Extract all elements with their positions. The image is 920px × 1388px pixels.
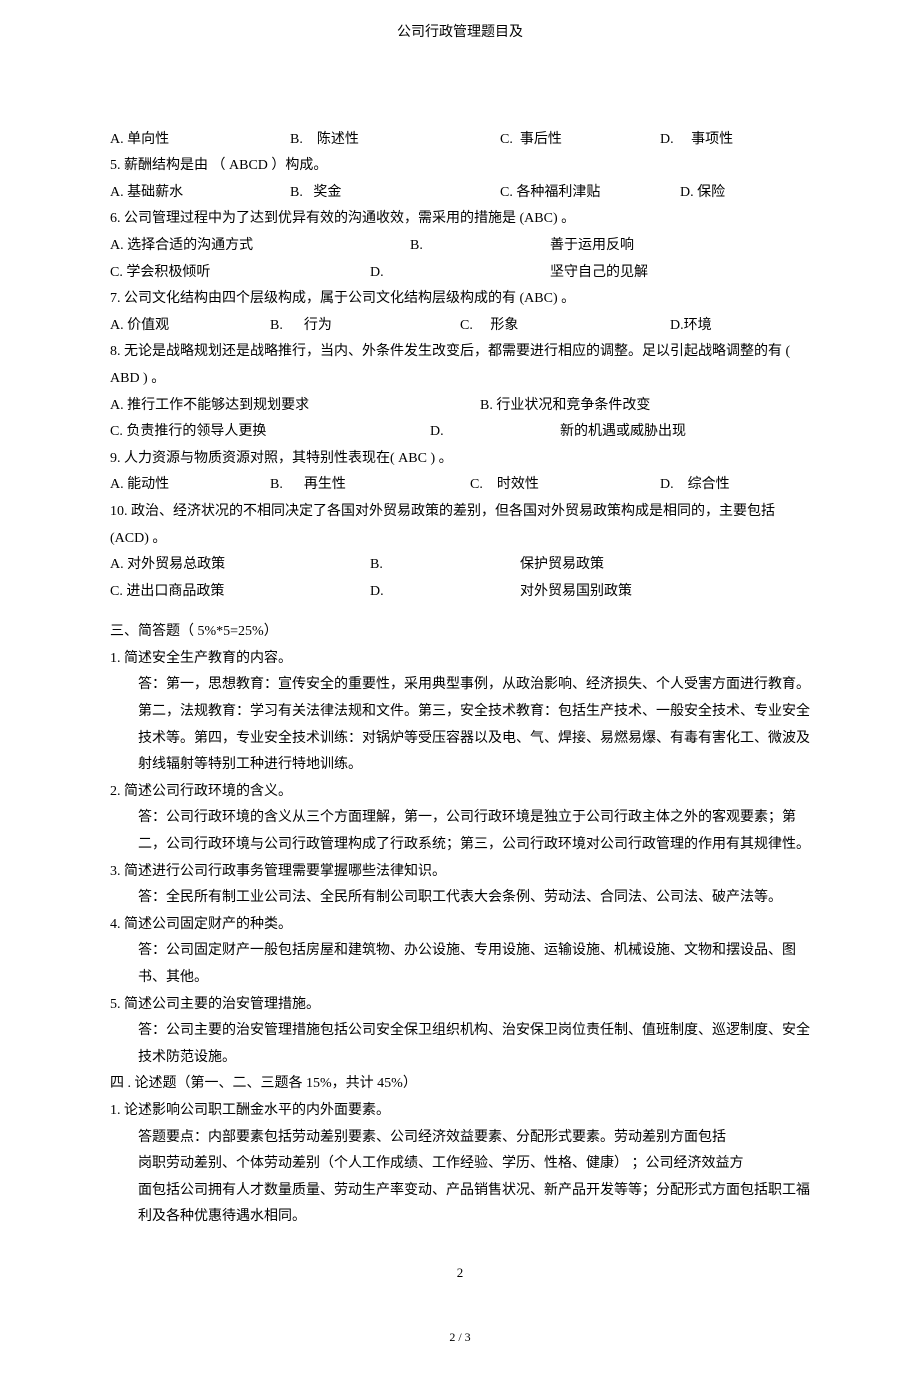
q8-opt-a: A. 推行工作不能够达到规划要求 <box>110 393 480 420</box>
section-3-title: 三、简答题（ 5%*5=25%） <box>110 619 810 646</box>
page-title: 公司行政管理题目及 <box>110 20 810 47</box>
q9-options: A. 能动性 B. 再生性 C. 时效性 D. 综合性 <box>110 472 810 499</box>
q4-opt-c: C. 事后性 <box>500 127 660 154</box>
q5-options: A. 基础薪水 B. 奖金 C. 各种福利津贴 D. 保险 <box>110 180 810 207</box>
q10-stem: 10. 政治、经济状况的不相同决定了各国对外贸易政策的差别，但各国对外贸易政策构… <box>110 499 810 552</box>
page-number: 2 <box>110 1261 810 1286</box>
q6-row1: A. 选择合适的沟通方式 B. 善于运用反响 <box>110 233 810 260</box>
q4-options: A. 单向性 B. 陈述性 C. 事后性 D. 事项性 <box>110 127 810 154</box>
q9-stem: 9. 人力资源与物质资源对照，其特别性表现在( ABC ) 。 <box>110 446 810 473</box>
q5-opt-c: C. 各种福利津贴 <box>500 180 680 207</box>
q10-row2: C. 进出口商品政策 D. 对外贸易国别政策 <box>110 579 810 606</box>
q10-opt-b-text: 保护贸易政策 <box>520 552 604 579</box>
page-footer: 2 / 3 <box>110 1326 810 1349</box>
q10-opt-a: A. 对外贸易总政策 <box>110 552 370 579</box>
q9-opt-c: C. 时效性 <box>470 472 660 499</box>
q6-opt-d-label: D. <box>370 260 550 287</box>
q7-opt-a: A. 价值观 <box>110 313 270 340</box>
q9-opt-b: B. 再生性 <box>270 472 470 499</box>
s3-q2: 2. 简述公司行政环境的含义。 <box>110 779 810 806</box>
q8-stem: 8. 无论是战略规划还是战略推行，当内、外条件发生改变后，都需要进行相应的调整。… <box>110 339 810 392</box>
q8-row1: A. 推行工作不能够达到规划要求 B. 行业状况和竞争条件改变 <box>110 393 810 420</box>
q10-opt-c: C. 进出口商品政策 <box>110 579 370 606</box>
q6-opt-a: A. 选择合适的沟通方式 <box>110 233 410 260</box>
q5-opt-d: D. 保险 <box>680 180 725 207</box>
q6-opt-d-text: 坚守自己的见解 <box>550 260 648 287</box>
q10-row1: A. 对外贸易总政策 B. 保护贸易政策 <box>110 552 810 579</box>
s3-a5: 答：公司主要的治安管理措施包括公司安全保卫组织机构、治安保卫岗位责任制、值班制度… <box>110 1018 810 1071</box>
s3-q5: 5. 简述公司主要的治安管理措施。 <box>110 992 810 1019</box>
q8-opt-d-label: D. <box>430 419 560 446</box>
q5-opt-b: B. 奖金 <box>290 180 500 207</box>
q7-options: A. 价值观 B. 行为 C. 形象 D.环境 <box>110 313 810 340</box>
s4-a1-line3: 面包括公司拥有人才数量质量、劳动生产率变动、产品销售状况、新产品开发等等；分配形… <box>110 1178 810 1231</box>
q6-opt-c: C. 学会积极倾听 <box>110 260 370 287</box>
q7-opt-d: D.环境 <box>670 313 712 340</box>
q8-opt-c: C. 负责推行的领导人更换 <box>110 419 430 446</box>
q7-stem: 7. 公司文化结构由四个层级构成，属于公司文化结构层级构成的有 (ABC) 。 <box>110 286 810 313</box>
s4-a1-line1: 答题要点：内部要素包括劳动差别要素、公司经济效益要素、分配形式要素。劳动差别方面… <box>110 1125 810 1152</box>
q6-opt-b-label: B. <box>410 233 550 260</box>
s3-q4: 4. 简述公司固定财产的种类。 <box>110 912 810 939</box>
q5-opt-a: A. 基础薪水 <box>110 180 290 207</box>
q4-opt-d: D. 事项性 <box>660 127 733 154</box>
s3-a1: 答：第一，思想教育：宣传安全的重要性，采用典型事例，从政治影响、经济损失、个人受… <box>110 672 810 778</box>
q6-opt-b-text: 善于运用反响 <box>550 233 634 260</box>
q4-opt-a: A. 单向性 <box>110 127 290 154</box>
q8-row2: C. 负责推行的领导人更换 D. 新的机遇或威胁出现 <box>110 419 810 446</box>
s4-q1: 1. 论述影响公司职工酬金水平的内外面要素。 <box>110 1098 810 1125</box>
s3-a2: 答：公司行政环境的含义从三个方面理解，第一，公司行政环境是独立于公司行政主体之外… <box>110 805 810 858</box>
q6-stem: 6. 公司管理过程中为了达到优异有效的沟通收效，需采用的措施是 (ABC) 。 <box>110 206 810 233</box>
q8-opt-d-text: 新的机遇或威胁出现 <box>560 419 686 446</box>
s3-q1: 1. 简述安全生产教育的内容。 <box>110 646 810 673</box>
q10-opt-d-label: D. <box>370 579 520 606</box>
q7-opt-c: C. 形象 <box>460 313 670 340</box>
s4-a1-line2: 岗职劳动差别、个体劳动差别（个人工作成绩、工作经验、学历、性格、健康） ；公司经… <box>110 1151 810 1178</box>
s3-a3: 答：全民所有制工业公司法、全民所有制公司职工代表大会条例、劳动法、合同法、公司法… <box>110 885 810 912</box>
q10-opt-d-text: 对外贸易国别政策 <box>520 579 632 606</box>
q9-opt-a: A. 能动性 <box>110 472 270 499</box>
q7-opt-b: B. 行为 <box>270 313 460 340</box>
q6-row2: C. 学会积极倾听 D. 坚守自己的见解 <box>110 260 810 287</box>
s3-a4: 答：公司固定财产一般包括房屋和建筑物、办公设施、专用设施、运输设施、机械设施、文… <box>110 938 810 991</box>
q8-opt-b: B. 行业状况和竞争条件改变 <box>480 393 650 420</box>
q4-opt-b: B. 陈述性 <box>290 127 500 154</box>
s3-q3: 3. 简述进行公司行政事务管理需要掌握哪些法律知识。 <box>110 859 810 886</box>
q10-opt-b-label: B. <box>370 552 520 579</box>
q9-opt-d: D. 综合性 <box>660 472 730 499</box>
q5-stem: 5. 薪酬结构是由 （ ABCD ）构成。 <box>110 153 810 180</box>
section-4-title: 四 . 论述题（第一、二、三题各 15%，共计 45%） <box>110 1071 810 1098</box>
